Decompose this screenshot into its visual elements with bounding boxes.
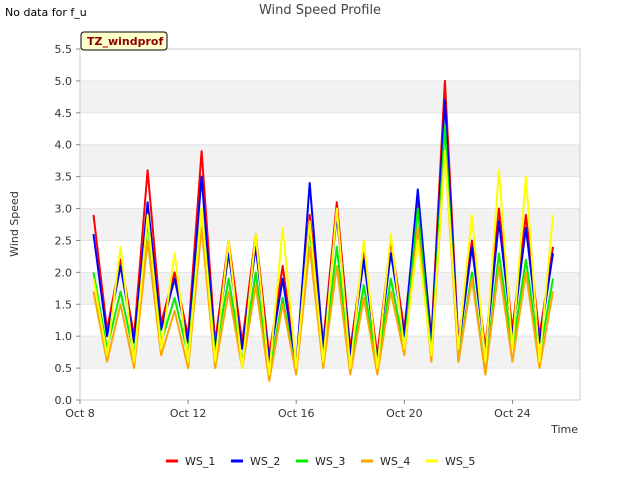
legend-label: WS_5 — [445, 455, 475, 468]
badge-label: TZ_windprof — [87, 35, 163, 48]
y-tick-label: 4.5 — [55, 107, 73, 120]
y-tick-label: 3.5 — [55, 171, 73, 184]
x-tick-label: Oct 24 — [494, 407, 531, 420]
legend: WS_1 WS_2 WS_3 WS_4 WS_5 — [166, 455, 475, 468]
y-tick-label: 3.0 — [55, 203, 73, 216]
x-axis-ticks: Oct 8 Oct 12 Oct 16 Oct 20 Oct 24 — [65, 400, 531, 420]
x-axis-label: Time — [550, 423, 578, 436]
grid-band — [80, 49, 580, 81]
x-tick-label: Oct 8 — [65, 407, 95, 420]
grid-band — [80, 80, 580, 113]
legend-label: WS_1 — [185, 455, 215, 468]
legend-label: WS_3 — [315, 455, 345, 468]
y-tick-label: 5.5 — [55, 43, 73, 56]
y-tick-label: 1.0 — [55, 330, 73, 343]
y-axis-ticks: 0.0 0.5 1.0 1.5 2.0 2.5 3.0 3.5 4.0 4.5 5.0 5.5 — [55, 43, 80, 407]
y-axis-label: Wind Speed — [8, 191, 21, 257]
x-tick-label: Oct 20 — [386, 407, 423, 420]
chart-root: No data for f_u Wind Speed Profile 0.0 0.… — [0, 0, 640, 480]
grid-band — [80, 208, 580, 241]
legend-label: WS_2 — [250, 455, 280, 468]
badge: TZ_windprof — [80, 31, 168, 51]
y-tick-label: 2.0 — [55, 266, 73, 279]
y-tick-label: 0.5 — [55, 362, 73, 375]
grid-band — [80, 336, 580, 369]
legend-label: WS_4 — [380, 455, 410, 468]
x-tick-label: Oct 16 — [278, 407, 315, 420]
grid-band — [80, 176, 580, 209]
grid-band — [80, 112, 580, 145]
y-tick-label: 1.5 — [55, 298, 73, 311]
y-tick-label: 5.0 — [55, 75, 73, 88]
x-tick-label: Oct 12 — [170, 407, 207, 420]
y-tick-label: 0.0 — [55, 394, 73, 407]
y-tick-label: 4.0 — [55, 139, 73, 152]
wind-speed-chart: 0.0 0.5 1.0 1.5 2.0 2.5 3.0 3.5 4.0 4.5 5.0 5.5 Oct… — [8, 31, 581, 468]
y-tick-label: 2.5 — [55, 234, 73, 247]
plot-bands — [80, 49, 580, 401]
grid-band — [80, 368, 580, 400]
grid-band — [80, 144, 580, 177]
